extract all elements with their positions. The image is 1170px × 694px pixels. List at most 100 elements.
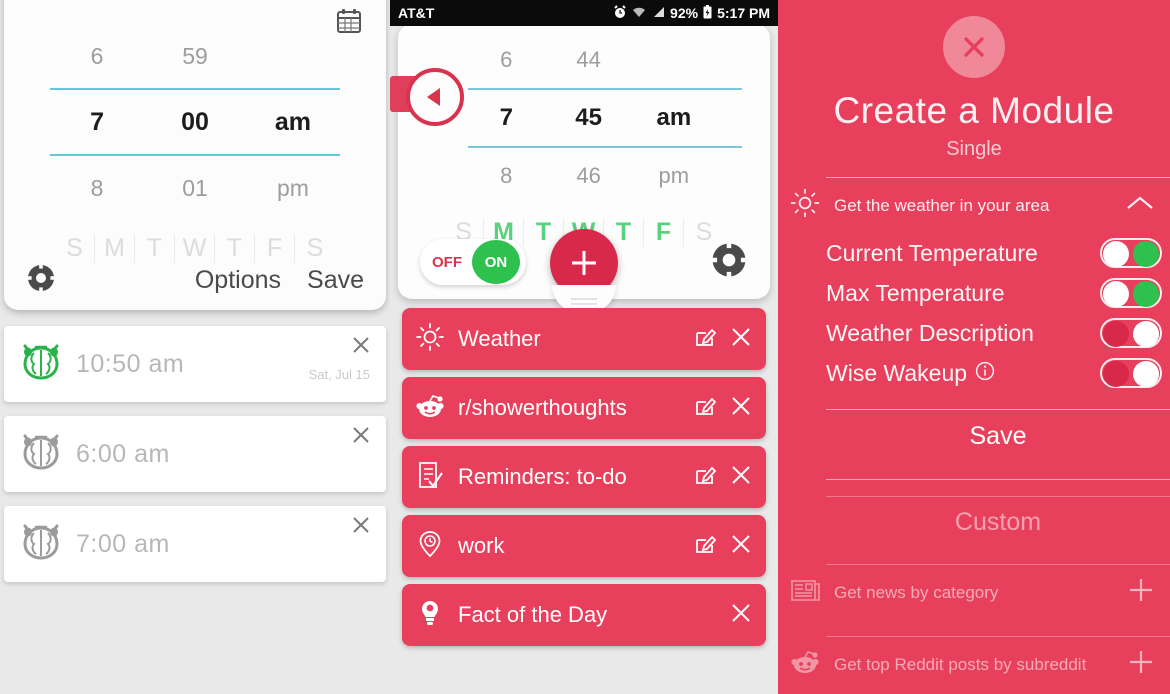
middle-panel: AT&T 92% 5:17 PM 6 44 7 45 am 8 46 pm S …	[390, 0, 778, 694]
day-toggle-sat[interactable]: S	[295, 234, 335, 263]
info-icon[interactable]	[975, 360, 995, 387]
save-button[interactable]: Save	[307, 266, 364, 295]
time-row-next[interactable]: 8 01 pm	[4, 156, 386, 220]
option-max-temperature[interactable]: Max Temperature	[778, 273, 1170, 313]
toggle-wise-wakeup[interactable]	[1100, 358, 1162, 388]
alarm-list-item[interactable]: 7:00 am	[4, 506, 386, 582]
module-list: Weather r/showerthoughts Reminders: to-d…	[390, 308, 778, 653]
module-card-work[interactable]: work	[402, 515, 766, 577]
day-toggle-thu[interactable]: T	[215, 234, 255, 263]
carrier-label: AT&T	[398, 5, 435, 21]
option-label-wrap: Wise Wakeup	[826, 360, 1100, 387]
lightbulb-icon	[416, 599, 444, 632]
mid-minute-next[interactable]: 46	[545, 163, 633, 189]
day-toggle-tue[interactable]: T	[135, 234, 175, 263]
alarm-list-item[interactable]: 6:00 am	[4, 416, 386, 492]
alarm-time: 6:00 am	[76, 439, 170, 468]
brain-alarm-icon	[20, 521, 62, 568]
gear-icon[interactable]	[26, 263, 56, 298]
hour-selected[interactable]: 7	[50, 108, 144, 137]
alarm-on-off-toggle[interactable]: OFF ON	[420, 239, 526, 285]
module-label: Weather	[458, 326, 541, 351]
time-row-previous[interactable]: 6 59	[4, 24, 386, 88]
mid-hour-next[interactable]: 8	[468, 163, 545, 189]
minute-previous[interactable]: 59	[144, 43, 246, 70]
close-icon[interactable]	[350, 334, 372, 361]
mid-period-next[interactable]: pm	[633, 163, 715, 189]
page-title: Create a Module	[833, 90, 1115, 131]
toggle-on-label[interactable]: ON	[472, 240, 520, 284]
alarm-time: 10:50 am	[76, 349, 185, 378]
module-label: Fact of the Day	[458, 602, 608, 627]
edit-icon[interactable]	[694, 464, 717, 491]
toggle-off-label[interactable]: OFF	[422, 241, 472, 283]
mid-time-row-selected[interactable]: 7 45 am	[398, 90, 770, 146]
mid-minute-previous[interactable]: 44	[545, 47, 633, 73]
hour-next[interactable]: 8	[50, 175, 144, 202]
module-card-reddit[interactable]: r/showerthoughts	[402, 377, 766, 439]
alarm-list-item[interactable]: 10:50 am Sat, Jul 15	[4, 326, 386, 402]
module-card-weather[interactable]: Weather	[402, 308, 766, 370]
time-row-selected[interactable]: 7 00 am	[4, 90, 386, 154]
options-button[interactable]: Options	[195, 266, 281, 295]
edit-icon[interactable]	[694, 395, 717, 422]
close-icon[interactable]	[350, 514, 372, 541]
module-actions	[694, 533, 752, 560]
close-icon[interactable]	[730, 533, 752, 560]
newspaper-icon	[790, 576, 820, 609]
weather-section-header[interactable]: Get the weather in your area	[778, 178, 1170, 233]
plus-icon	[572, 251, 596, 275]
minute-next[interactable]: 01	[144, 175, 246, 202]
custom-item-news[interactable]: Get news by category	[778, 565, 1170, 620]
close-icon[interactable]	[943, 16, 1005, 78]
close-icon[interactable]	[350, 424, 372, 451]
mid-hour-previous[interactable]: 6	[468, 47, 545, 73]
save-button[interactable]: Save	[826, 410, 1170, 463]
battery-icon	[703, 4, 712, 22]
module-card-reminders[interactable]: Reminders: to-do	[402, 446, 766, 508]
day-toggle-fri[interactable]: F	[255, 234, 295, 263]
mid-time-row-next[interactable]: 8 46 pm	[398, 148, 770, 204]
toggle-current-temperature[interactable]	[1100, 238, 1162, 268]
option-current-temperature[interactable]: Current Temperature	[778, 233, 1170, 273]
period-next[interactable]: pm	[246, 175, 340, 202]
module-card-fact[interactable]: Fact of the Day	[402, 584, 766, 646]
mid-time-picker[interactable]: 6 44 7 45 am 8 46 pm S M T W T	[398, 32, 770, 247]
status-bar-right: 92% 5:17 PM	[613, 4, 770, 22]
day-of-week-selector[interactable]: S M T W T F S	[4, 234, 386, 263]
day-toggle-mon[interactable]: M	[95, 234, 135, 263]
day-toggle-wed[interactable]: W	[175, 234, 215, 263]
mid-time-picker-card: 6 44 7 45 am 8 46 pm S M T W T	[390, 24, 770, 313]
plus-icon[interactable]	[1126, 647, 1156, 682]
handle-line	[571, 302, 597, 305]
edit-icon[interactable]	[694, 533, 717, 560]
mid-time-row-previous[interactable]: 6 44	[398, 32, 770, 88]
module-actions	[730, 602, 752, 629]
chevron-up-icon[interactable]	[1124, 192, 1156, 219]
minute-selected[interactable]: 00	[144, 108, 246, 137]
period-selected[interactable]: am	[246, 108, 340, 137]
mid-hour-selected[interactable]: 7	[468, 104, 545, 132]
mid-minute-selected[interactable]: 45	[545, 104, 633, 132]
module-actions	[694, 395, 752, 422]
day-toggle-sun[interactable]: S	[55, 234, 95, 263]
edit-icon[interactable]	[694, 326, 717, 353]
mid-period-selected[interactable]: am	[633, 104, 715, 132]
close-icon[interactable]	[730, 395, 752, 422]
custom-item-label: Get top Reddit posts by subreddit	[834, 654, 1087, 674]
plus-icon[interactable]	[1126, 575, 1156, 610]
toggle-max-temperature[interactable]	[1100, 278, 1162, 308]
toggle-weather-description[interactable]	[1100, 318, 1162, 348]
close-icon[interactable]	[730, 326, 752, 353]
alarm-date: Sat, Jul 15	[308, 367, 370, 382]
brain-alarm-icon	[20, 431, 62, 478]
close-icon[interactable]	[730, 464, 752, 491]
custom-item-reddit[interactable]: Get top Reddit posts by subreddit	[778, 637, 1170, 692]
time-picker[interactable]: 6 59 7 00 am 8 01 pm S M T W T F S	[4, 24, 386, 263]
option-wise-wakeup[interactable]: Wise Wakeup	[778, 353, 1170, 393]
picker-footer: Options Save	[4, 263, 386, 298]
option-weather-description[interactable]: Weather Description	[778, 313, 1170, 353]
gear-icon[interactable]	[710, 241, 748, 284]
hour-previous[interactable]: 6	[50, 43, 144, 70]
close-icon[interactable]	[730, 602, 752, 629]
